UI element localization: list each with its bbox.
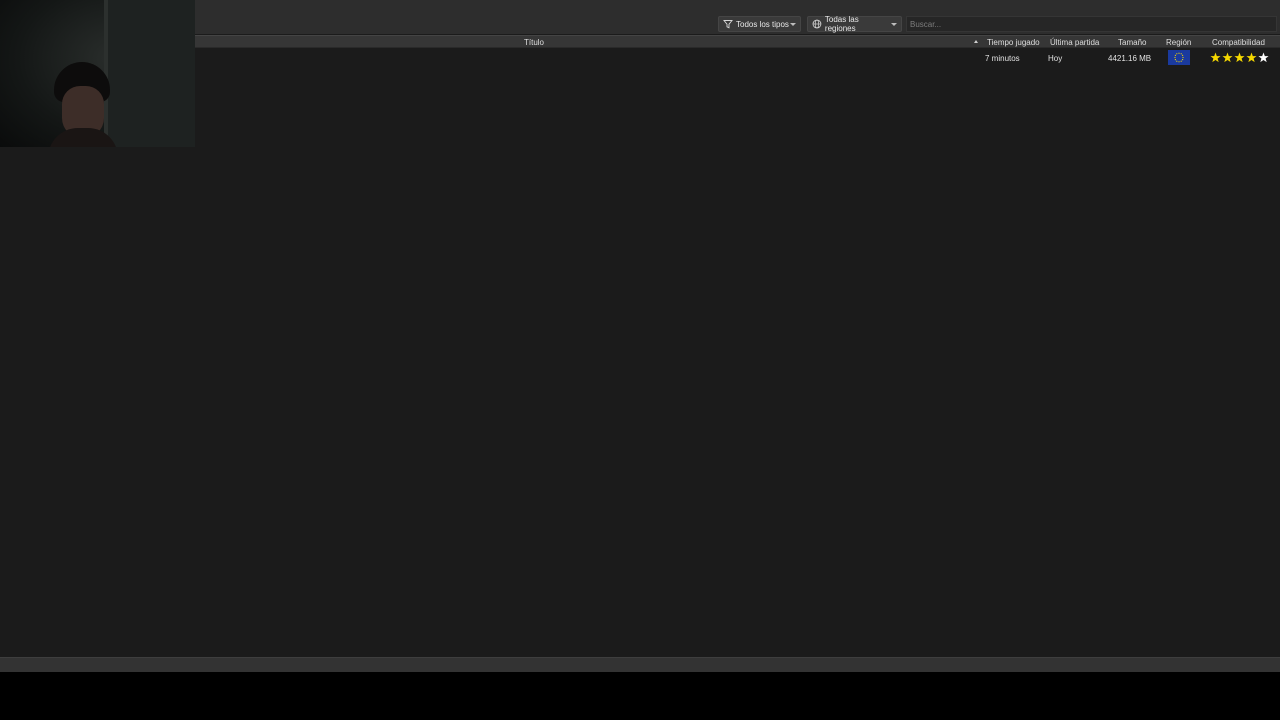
webcam-overlay — [0, 0, 195, 147]
star-icon — [1222, 52, 1233, 63]
column-header-size[interactable]: Tamaño — [1118, 37, 1146, 48]
region-filter-dropdown[interactable]: Todas las regiones — [807, 15, 902, 33]
column-header-last-played[interactable]: Última partida — [1050, 37, 1099, 48]
play-time-cell: 7 minutos — [985, 54, 1020, 63]
size-cell: 4421.16 MB — [1108, 54, 1152, 63]
chevron-down-icon — [790, 22, 796, 26]
star-icon — [1246, 52, 1257, 63]
webcam-background — [108, 0, 195, 147]
column-header-play-time[interactable]: Tiempo jugado — [987, 37, 1040, 48]
filter-icon — [723, 20, 733, 29]
star-icon — [1234, 52, 1245, 63]
last-played-cell: Hoy — [1048, 54, 1063, 63]
status-bar — [0, 657, 1280, 672]
eu-flag-icon — [1168, 50, 1190, 65]
type-filter-label: Todos los tipos — [736, 19, 789, 29]
column-header-compatibility[interactable]: Compatibilidad — [1212, 37, 1265, 48]
search-input[interactable] — [906, 16, 1277, 32]
type-filter-dropdown[interactable]: Todos los tipos — [718, 16, 801, 32]
compatibility-rating — [1210, 52, 1269, 63]
column-header-title[interactable]: Título — [524, 37, 544, 48]
globe-icon — [812, 19, 822, 29]
chevron-down-icon — [891, 22, 897, 26]
star-icon — [1210, 52, 1221, 63]
sort-ascending-icon — [974, 40, 978, 43]
region-filter-label: Todas las regiones — [824, 15, 859, 33]
column-header-region[interactable]: Región — [1166, 37, 1191, 48]
star-icon — [1258, 52, 1269, 63]
